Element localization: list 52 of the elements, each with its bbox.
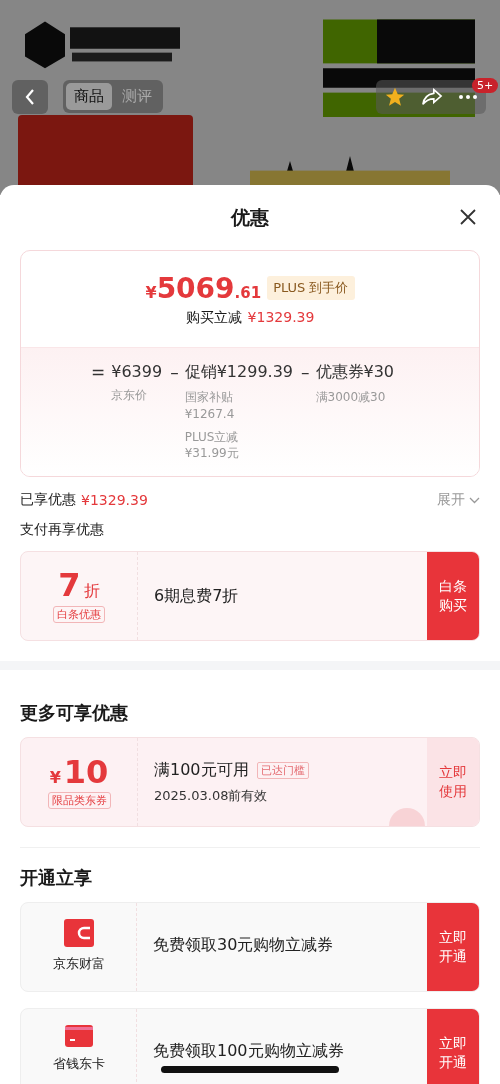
discount-value: 7 [58,569,81,602]
card-icon [64,1025,93,1048]
price-component: 优惠券¥30 [315,362,395,383]
more-icon[interactable] [458,94,479,100]
service-offer: 免费领取30元购物立减券 [153,935,334,957]
reduce-label: 购买立减 [185,308,242,327]
final-price: ¥5069.61 [145,271,262,305]
price-component: 促销¥1299.39 [184,362,293,383]
section-title: 更多可享优惠 [20,701,129,726]
expand-toggle[interactable]: 展开 [437,491,480,510]
close-icon [460,209,476,225]
coupon-currency: ¥ [49,767,61,787]
operator: – [301,362,310,384]
offer-tag: 白条优惠 [53,606,105,624]
threshold-badge: 已达门槛 [256,761,309,779]
tab[interactable]: 商品 [66,83,112,110]
service-name: 京东财富 [52,955,105,974]
tab[interactable]: 测评 [114,83,160,110]
service-name: 省钱东卡 [52,1055,105,1074]
offer-text: 6期息费7折 [154,585,239,607]
chevron-icon [469,496,480,504]
coupon-value: 10 [63,755,109,788]
activate-button[interactable]: 立即开通 [427,903,479,992]
notification-badge: 5+ [472,78,499,93]
share-icon[interactable] [421,87,443,107]
discount-unit: 折 [83,581,100,603]
coupon-validity: 2025.03.08前有效 [154,786,268,805]
back-button[interactable] [12,80,48,114]
enjoyed-label: 已享优惠 [20,491,76,510]
enjoyed-amount: ¥1329.39 [81,492,148,509]
service-offer: 免费领取100元购物立减券 [153,1041,344,1063]
detail-label: 满3000减30 [315,389,387,406]
activate-button[interactable]: 立即开通 [427,1009,479,1084]
back-icon [24,88,36,106]
price-component: ¥6399 [111,362,163,381]
detail-label: 京东价 [111,387,149,404]
reduce-amount: ¥1329.39 [247,308,315,327]
section-title: 支付再享优惠 [20,521,105,540]
operator: = [91,362,106,384]
wallet-icon [63,919,94,948]
detail-amount: ¥31.99元 [184,445,240,463]
detail-label: 国家补贴 [184,389,234,406]
coupon-tag: 限品类东券 [47,791,111,809]
operator: – [170,362,179,384]
detail-amount: ¥1267.4 [184,405,236,423]
coupon-condition: 满100元可用 [154,759,249,781]
offer-button[interactable]: 白条购买 [427,552,479,641]
sheet-title: 优惠 [231,204,269,230]
detail-label: PLUS立减 [184,428,240,446]
section-title: 开通立享 [20,866,93,891]
use-button[interactable]: 立即使用 [427,738,479,827]
price-tag: PLUS 到手价 [267,276,355,300]
